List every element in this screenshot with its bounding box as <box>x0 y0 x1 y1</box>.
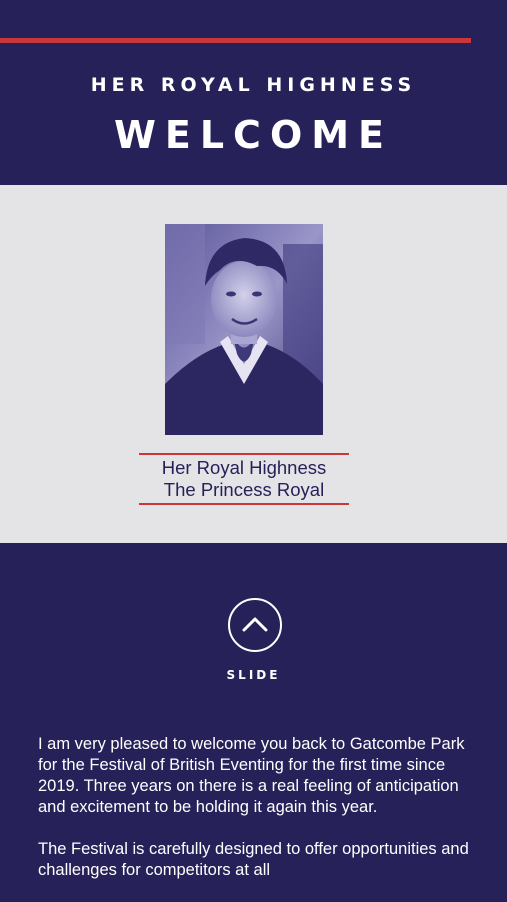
red-accent-bar <box>0 38 471 43</box>
portrait-caption: Her Royal Highness The Princess Royal <box>139 453 349 505</box>
caption-line-1: Her Royal Highness <box>161 457 327 478</box>
paragraph: The Festival is carefully designed to of… <box>38 840 469 879</box>
chevron-up-icon <box>242 617 268 632</box>
page-supertitle: HER ROYAL HIGHNESS <box>90 74 417 96</box>
slide-button[interactable] <box>228 598 282 652</box>
slide-label: SLIDE <box>226 668 281 682</box>
paragraph: I am very pleased to welcome you back to… <box>38 735 465 816</box>
caption-line-2: The Princess Royal <box>163 479 325 500</box>
welcome-message: I am very pleased to welcome you back to… <box>38 734 478 902</box>
portrait-panel: Her Royal Highness The Princess Royal <box>0 185 507 543</box>
header: HER ROYAL HIGHNESS WELCOME <box>0 0 507 185</box>
page-title: WELCOME <box>113 113 394 157</box>
portrait-photo <box>165 224 323 435</box>
